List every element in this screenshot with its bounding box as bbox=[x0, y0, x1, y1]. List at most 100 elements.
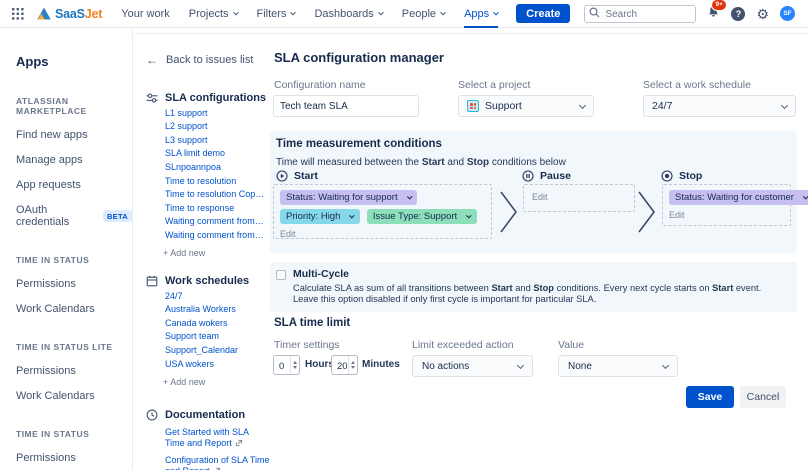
sliders-icon bbox=[146, 92, 158, 104]
project-select[interactable]: Support bbox=[458, 95, 594, 117]
beta-badge: BETA bbox=[103, 210, 132, 222]
sla-config-link[interactable]: Waiting comment from Supp... bbox=[165, 231, 265, 240]
stepper-arrows[interactable] bbox=[290, 356, 299, 374]
condition-chip-status[interactable]: Status: Waiting for support bbox=[280, 190, 417, 205]
stop-conditions-box: Status: Waiting for customer Edit bbox=[662, 184, 791, 226]
edit-stop-conditions-link[interactable]: Edit bbox=[669, 210, 784, 220]
multi-cycle-panel: Multi-Cycle Calculate SLA as sum of all … bbox=[270, 262, 797, 312]
value-select[interactable]: None bbox=[558, 355, 678, 377]
app-switcher-icon[interactable] bbox=[12, 8, 24, 20]
sidebar-item-permissions[interactable]: Permissions bbox=[16, 452, 132, 464]
condition-chip-status[interactable]: Status: Waiting for customer bbox=[669, 190, 808, 205]
sla-configurations-list: L1 support L2 support L3 support SLA lim… bbox=[165, 109, 270, 240]
limit-exceeded-action-label: Limit exceeded action bbox=[412, 339, 514, 351]
work-schedule-select[interactable]: 24/7 bbox=[643, 95, 796, 117]
work-schedules-header: Work schedules bbox=[146, 275, 270, 287]
search-input[interactable] bbox=[584, 5, 696, 23]
stepper-down-icon[interactable] bbox=[351, 366, 355, 369]
sidebar-item-find-new-apps[interactable]: Find new apps bbox=[16, 129, 132, 141]
work-schedule-link[interactable]: Australia Workers bbox=[165, 305, 265, 314]
stop-condition-header: Stop bbox=[661, 170, 702, 182]
apps-sidebar: Apps ATLASSIAN MARKETPLACE Find new apps… bbox=[0, 29, 133, 470]
sla-config-link[interactable]: Time to resolution bbox=[165, 177, 265, 186]
notifications-bell-icon[interactable]: 9+ bbox=[707, 5, 720, 23]
sla-config-link[interactable]: L2 support bbox=[165, 122, 265, 131]
save-button[interactable]: Save bbox=[686, 386, 734, 408]
external-link-icon bbox=[235, 439, 243, 447]
stepper-down-icon[interactable] bbox=[293, 366, 297, 369]
chevron-down-icon bbox=[781, 101, 788, 108]
sla-config-link[interactable]: SLA limit demo bbox=[165, 149, 265, 158]
search-box bbox=[584, 4, 696, 24]
notification-count-badge: 9+ bbox=[711, 0, 727, 11]
nav-item-projects[interactable]: Projects bbox=[189, 0, 238, 28]
stepper-up-icon[interactable] bbox=[293, 361, 297, 364]
nav-item-filters[interactable]: Filters bbox=[257, 0, 296, 28]
sla-config-link[interactable]: Waiting comment from Dev bbox=[165, 217, 265, 226]
multi-cycle-checkbox[interactable] bbox=[276, 270, 286, 280]
stepper-arrows[interactable] bbox=[348, 356, 357, 374]
pause-icon bbox=[522, 170, 534, 182]
user-avatar[interactable]: SF bbox=[780, 6, 795, 21]
sidebar-item-work-calendars[interactable]: Work Calendars bbox=[16, 303, 132, 315]
clock-icon bbox=[146, 409, 158, 421]
back-to-issues-link[interactable]: ← Back to issues list bbox=[146, 54, 270, 66]
work-schedule-select-value: 24/7 bbox=[652, 100, 672, 112]
chevron-down-icon bbox=[579, 101, 586, 108]
sidebar-item-permissions[interactable]: Permissions bbox=[16, 365, 132, 377]
sla-config-link[interactable]: L3 support bbox=[165, 136, 265, 145]
create-button[interactable]: Create bbox=[516, 4, 570, 23]
hours-input[interactable] bbox=[274, 358, 289, 376]
flow-arrow-icon bbox=[636, 189, 658, 235]
limit-exceeded-action-select[interactable]: No actions bbox=[412, 355, 533, 377]
nav-item-your-work[interactable]: Your work bbox=[121, 0, 170, 28]
work-schedule-link[interactable]: Canada wokers bbox=[165, 319, 265, 328]
saasjet-logo[interactable]: SaaSJet bbox=[37, 7, 102, 21]
sla-config-link[interactable]: L1 support bbox=[165, 109, 265, 118]
doc-link-configuration[interactable]: Configuration of SLA Time and Report bbox=[165, 455, 270, 470]
sidebar-item-work-calendars[interactable]: Work Calendars bbox=[16, 390, 132, 402]
time-measurement-subtitle: Time will measured between the Start and… bbox=[276, 157, 566, 168]
hours-stepper[interactable] bbox=[273, 355, 300, 375]
nav-item-people[interactable]: People bbox=[402, 0, 445, 28]
chevron-down-icon bbox=[350, 213, 355, 218]
value-label: Value bbox=[558, 339, 584, 351]
work-schedule-link[interactable]: Support team bbox=[165, 332, 265, 341]
sla-config-link[interactable]: SLnpoannpoa bbox=[165, 163, 265, 172]
sidebar-item-manage-apps[interactable]: Manage apps bbox=[16, 154, 132, 166]
sidebar-title: Apps bbox=[16, 54, 132, 69]
nav-item-dashboards[interactable]: Dashboards bbox=[314, 0, 382, 28]
value-select-value: None bbox=[568, 361, 592, 372]
work-schedule-link[interactable]: 24/7 bbox=[165, 292, 265, 301]
sla-config-link[interactable]: Time to response bbox=[165, 204, 265, 213]
doc-link-get-started[interactable]: Get Started with SLA Time and Report bbox=[165, 427, 270, 449]
minutes-input[interactable] bbox=[332, 358, 347, 376]
settings-gear-icon[interactable]: ⚙ bbox=[756, 7, 769, 21]
condition-chip-issue-type[interactable]: Issue Type: Support bbox=[367, 209, 477, 224]
condition-chip-priority[interactable]: Priority: High bbox=[280, 209, 360, 224]
stepper-up-icon[interactable] bbox=[351, 361, 355, 364]
sidebar-item-label: OAuth credentials bbox=[16, 204, 95, 228]
documentation-header: Documentation bbox=[146, 409, 270, 421]
sidebar-item-permissions[interactable]: Permissions bbox=[16, 278, 132, 290]
help-icon[interactable]: ? bbox=[731, 7, 745, 21]
edit-pause-conditions-link[interactable]: Edit bbox=[532, 192, 626, 202]
add-new-work-schedule-button[interactable]: + Add new bbox=[163, 377, 270, 387]
time-measurement-title: Time measurement conditions bbox=[276, 138, 442, 150]
sidebar-item-oauth-credentials[interactable]: OAuth credentials BETA bbox=[16, 204, 132, 228]
edit-start-conditions-link[interactable]: Edit bbox=[280, 229, 485, 239]
work-schedules-list: 24/7 Australia Workers Canada wokers Sup… bbox=[165, 292, 270, 369]
sidebar-item-app-requests[interactable]: App requests bbox=[16, 179, 132, 191]
nav-item-apps[interactable]: Apps bbox=[464, 0, 498, 28]
chevron-down-icon bbox=[378, 9, 384, 15]
chevron-down-icon bbox=[517, 361, 524, 368]
minutes-stepper[interactable] bbox=[331, 355, 358, 375]
work-schedule-link[interactable]: Support_Calendar bbox=[165, 346, 265, 355]
sla-config-link[interactable]: Time to resolution Copy - 1 bbox=[165, 190, 265, 199]
add-new-sla-config-button[interactable]: + Add new bbox=[163, 248, 270, 258]
multi-cycle-label: Multi-Cycle bbox=[293, 268, 349, 280]
cancel-button[interactable]: Cancel bbox=[740, 386, 786, 408]
saasjet-logo-icon bbox=[37, 7, 51, 20]
configuration-name-input[interactable] bbox=[273, 95, 419, 117]
work-schedule-link[interactable]: USA wokers bbox=[165, 360, 265, 369]
